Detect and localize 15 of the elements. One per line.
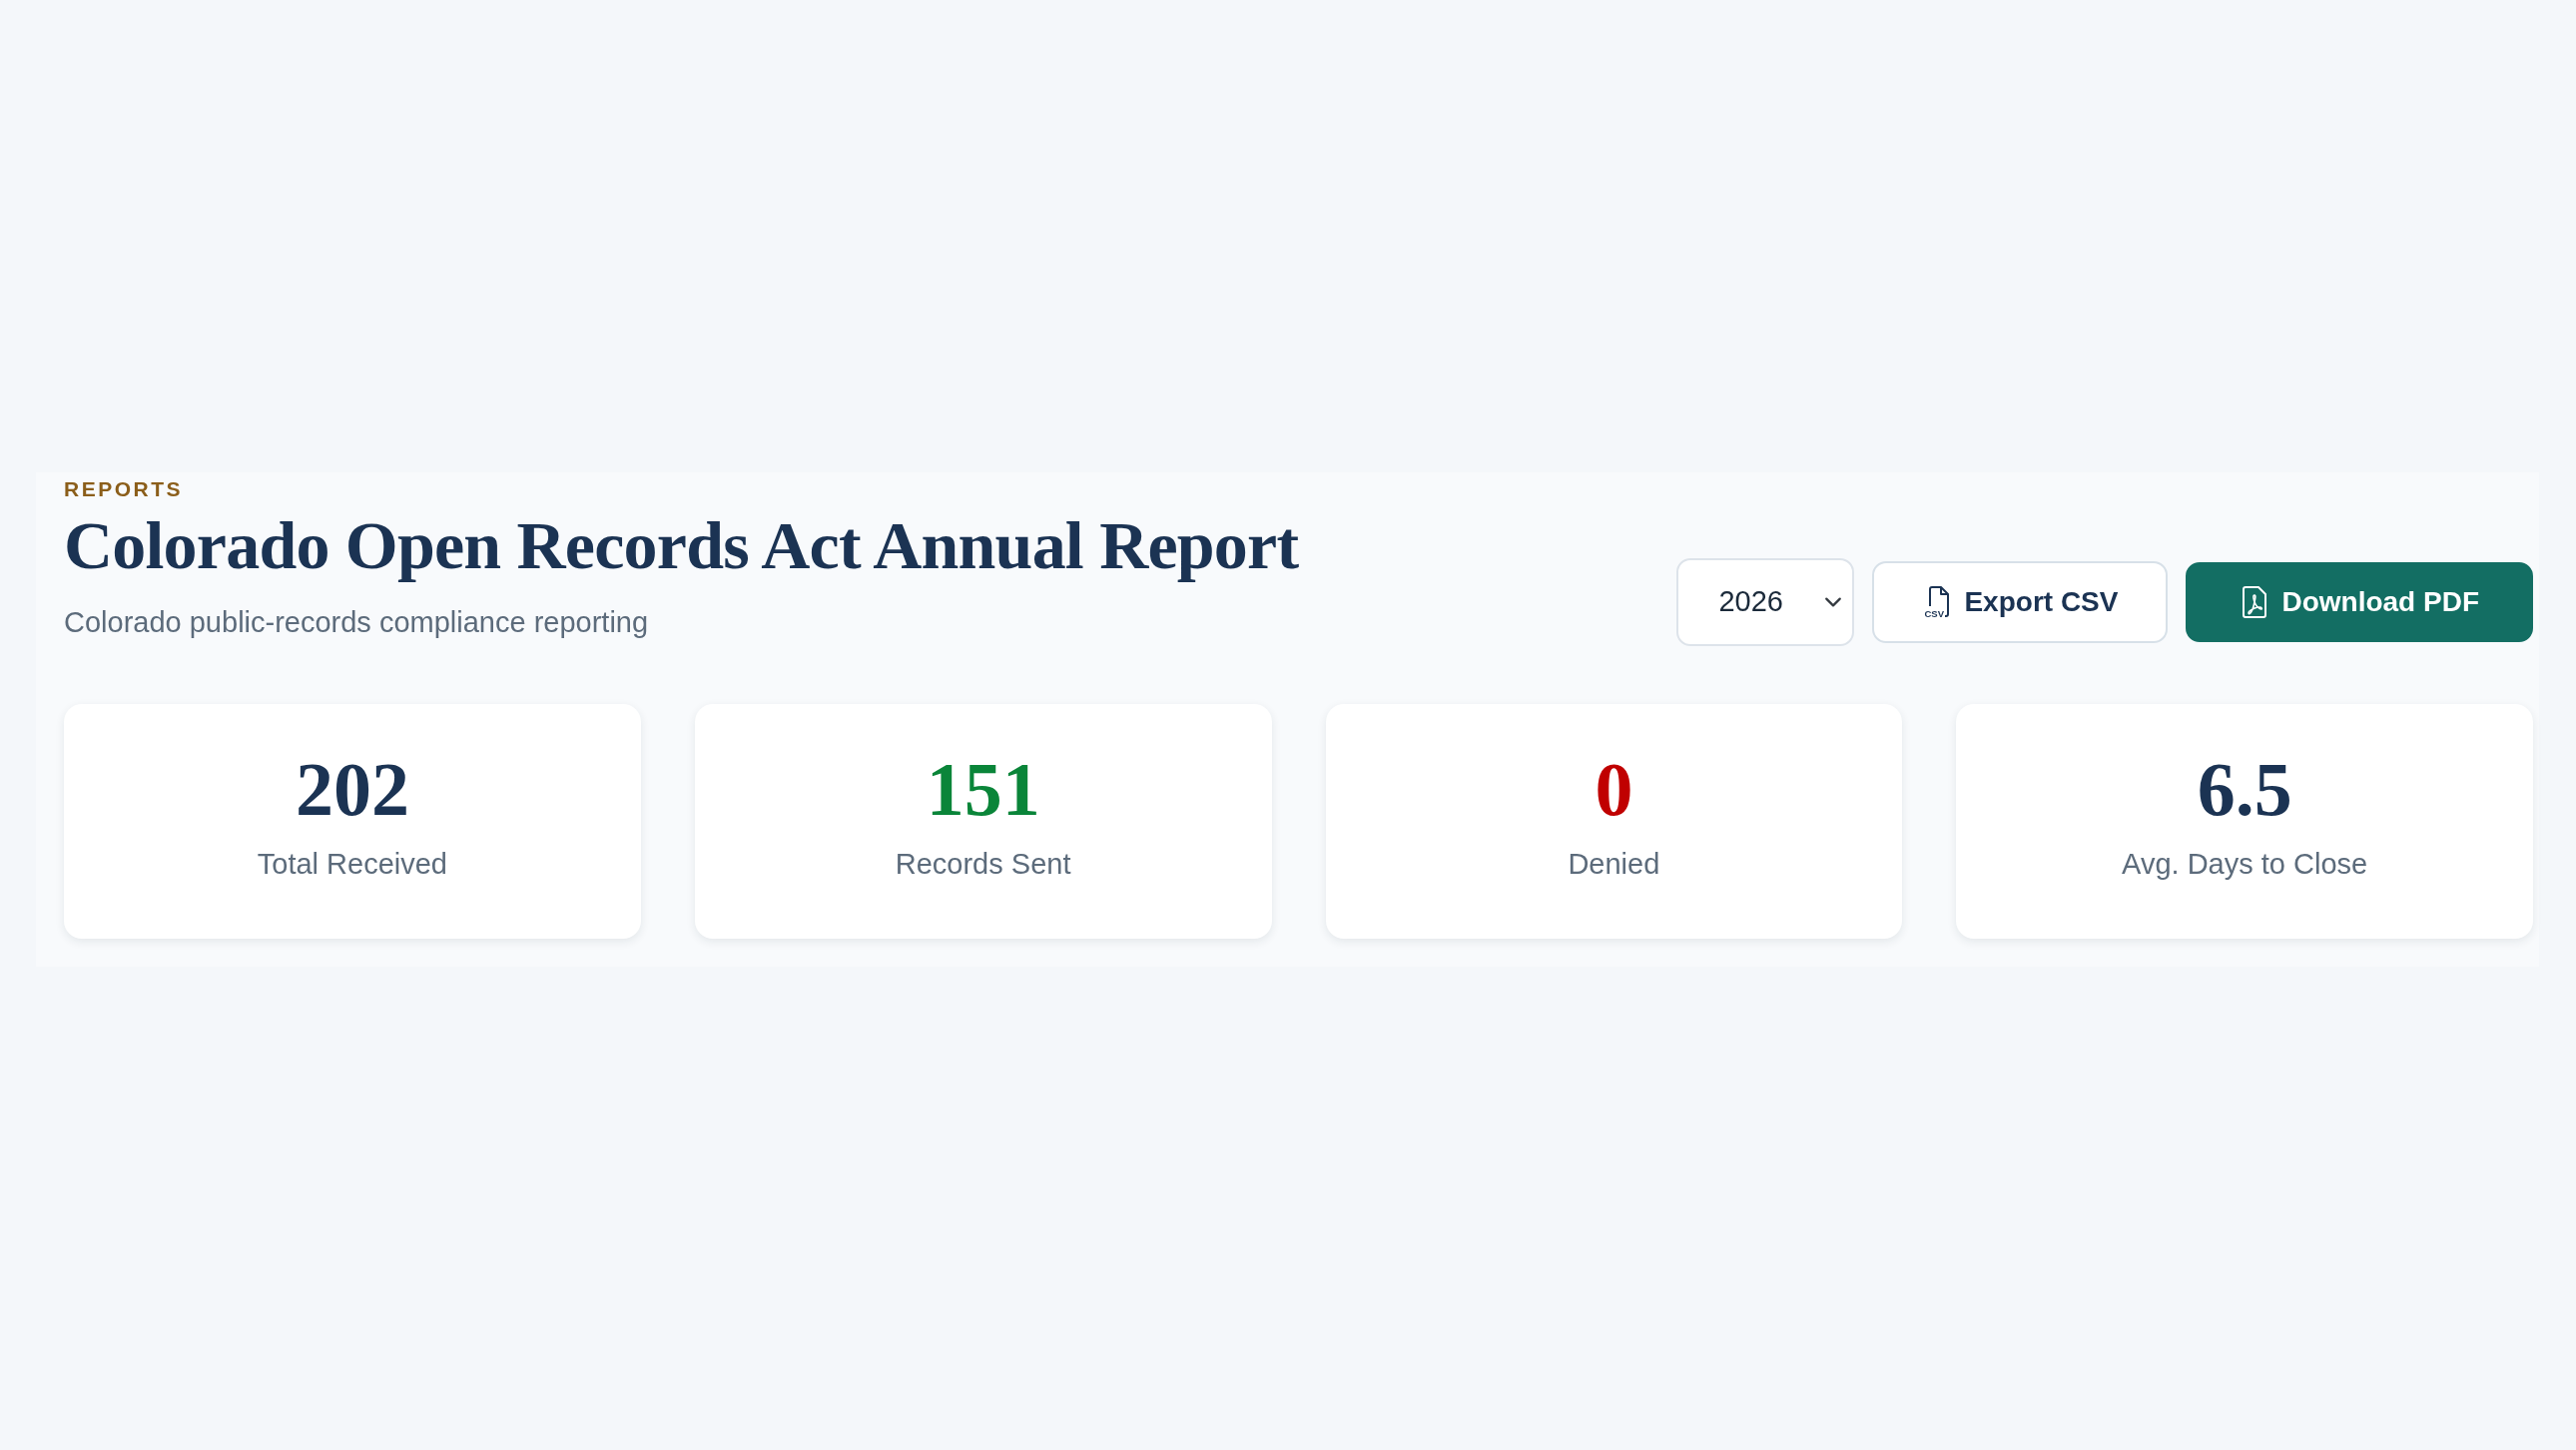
page-subtitle: Colorado public-records compliance reporting — [64, 605, 650, 641]
stat-value: 6.5 — [2196, 748, 2293, 831]
page-title: Colorado Open Records Act Annual Report — [64, 507, 1299, 584]
stat-value: 151 — [925, 748, 1041, 831]
year-select[interactable]: 2026 — [1676, 558, 1855, 647]
stat-label: Denied — [1567, 847, 1661, 883]
download-button[interactable]: Download PDF — [2186, 562, 2533, 643]
stat-value: 202 — [294, 748, 410, 831]
section-eyebrow: REPORTS — [64, 476, 184, 502]
pdf-file-icon — [2242, 586, 2268, 619]
stat-value: 0 — [1594, 748, 1634, 831]
stat-label: Avg. Days to Close — [2121, 847, 2369, 883]
export-button[interactable]: CSV Export CSV — [1872, 561, 2169, 644]
stat-label: Total Received — [256, 847, 448, 883]
stat-label: Records Sent — [894, 847, 1072, 883]
